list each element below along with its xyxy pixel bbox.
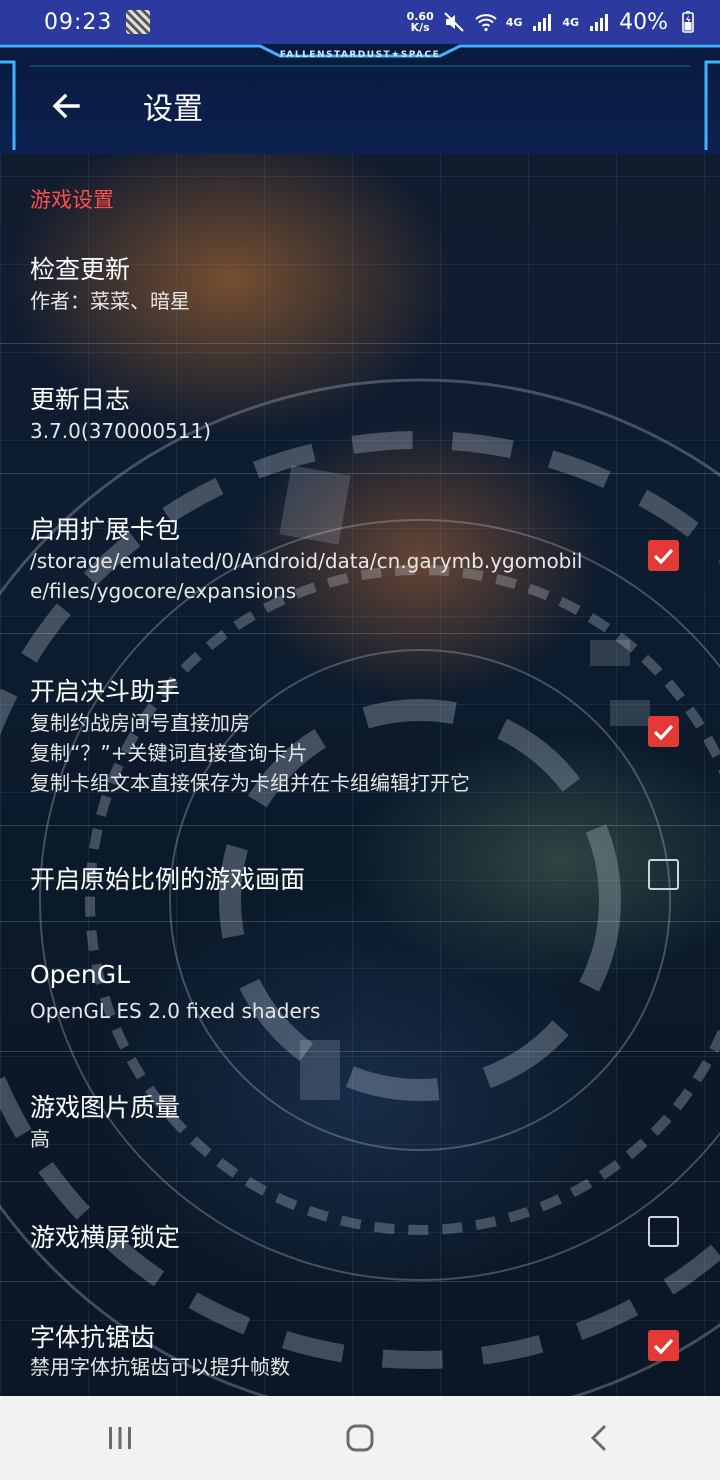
pref-title: 开启决斗助手: [30, 677, 181, 706]
pref-summary: 高: [30, 1127, 50, 1151]
system-back-button[interactable]: [560, 1403, 640, 1473]
network-type-1: 4G: [505, 15, 523, 29]
pref-image-quality[interactable]: 游戏图片质量 高: [0, 1052, 720, 1182]
status-time: 09:23: [44, 9, 113, 35]
network-speed-unit: K/s: [410, 21, 430, 34]
pref-title: 更新日志: [30, 385, 131, 414]
landscape-lock-checkbox[interactable]: [648, 1216, 679, 1247]
mute-icon: [444, 12, 464, 32]
checkmark-icon: [653, 724, 674, 741]
header-frame-decoration: [0, 44, 720, 150]
pref-opengl[interactable]: OpenGL OpenGL ES 2.0 fixed shaders: [0, 922, 720, 1052]
pref-summary-line: 复制卡组文本直接保存为卡组并在卡组编辑打开它: [30, 771, 470, 795]
font-antialias-checkbox[interactable]: [648, 1330, 679, 1361]
pref-summary: 复制约战房间号直接加房 复制“？”+关键词直接查询卡片 复制卡组文本直接保存为卡…: [30, 708, 620, 798]
pref-title: 启用扩展卡包: [30, 515, 181, 544]
back-icon: [590, 1424, 607, 1452]
pref-summary: 禁用字体抗锯齿可以提升帧数: [30, 1355, 290, 1379]
pref-duel-assistant[interactable]: 开启决斗助手 复制约战房间号直接加房 复制“？”+关键词直接查询卡片 复制卡组文…: [0, 634, 720, 826]
wifi-icon: [475, 14, 497, 32]
pref-summary-line: 复制约战房间号直接加房: [30, 711, 250, 735]
system-nav-bar: [0, 1396, 720, 1480]
pref-title: 开启原始比例的游戏画面: [30, 865, 306, 894]
recents-button[interactable]: [80, 1403, 160, 1473]
battery-percent: 40%: [619, 9, 668, 35]
pref-summary: /storage/emulated/0/Android/data/cn.gary…: [30, 549, 583, 603]
settings-list: 游戏设置 检查更新 作者：菜菜、暗星 更新日志 3.7.0(370000511)…: [0, 154, 720, 1396]
signal-icon-2: [590, 14, 609, 31]
pref-title: 检查更新: [30, 255, 131, 284]
pref-title: 字体抗锯齿: [30, 1323, 156, 1352]
checkmark-icon: [653, 548, 674, 565]
original-ratio-checkbox[interactable]: [648, 859, 679, 890]
pref-summary: 3.7.0(370000511): [30, 419, 212, 443]
signal-icon-1: [533, 14, 552, 31]
arrow-left-icon: [52, 93, 80, 119]
network-speed: 0.60 K/s: [407, 11, 434, 33]
app-header: FALLENSTARDUST★SPACE 设置: [0, 44, 720, 154]
pref-landscape-lock[interactable]: 游戏横屏锁定: [0, 1182, 720, 1282]
header-brand: FALLENSTARDUST★SPACE: [279, 50, 441, 60]
pref-original-ratio[interactable]: 开启原始比例的游戏画面: [0, 826, 720, 922]
status-bar: 09:23 0.60 K/s 4G 4G 40%: [0, 0, 720, 44]
battery-charging-icon: [682, 11, 694, 33]
pref-title: OpenGL: [30, 960, 131, 989]
pref-summary-line: 复制“？”+关键词直接查询卡片: [30, 741, 308, 765]
expansions-checkbox[interactable]: [648, 540, 679, 571]
section-header-game-settings: 游戏设置: [30, 188, 114, 212]
pref-enable-expansions[interactable]: 启用扩展卡包 /storage/emulated/0/Android/data/…: [0, 474, 720, 634]
pref-summary: OpenGL ES 2.0 fixed shaders: [30, 999, 321, 1023]
home-button[interactable]: [320, 1403, 400, 1473]
pref-title: 游戏横屏锁定: [30, 1223, 181, 1252]
checkmark-icon: [653, 1338, 674, 1355]
duel-assistant-checkbox[interactable]: [648, 716, 679, 747]
page-title: 设置: [143, 92, 203, 127]
recents-icon: [109, 1427, 131, 1449]
pref-changelog[interactable]: 更新日志 3.7.0(370000511): [0, 344, 720, 474]
app-notification-icon: [126, 10, 151, 34]
network-type-2: 4G: [562, 15, 580, 29]
pref-title: 游戏图片质量: [30, 1093, 181, 1122]
home-icon: [346, 1424, 374, 1452]
pref-check-update[interactable]: 检查更新 作者：菜菜、暗星: [0, 216, 720, 344]
pref-font-antialias[interactable]: 字体抗锯齿 禁用字体抗锯齿可以提升帧数: [0, 1282, 720, 1396]
back-button[interactable]: [40, 80, 92, 132]
pref-summary: 作者：菜菜、暗星: [30, 289, 190, 313]
